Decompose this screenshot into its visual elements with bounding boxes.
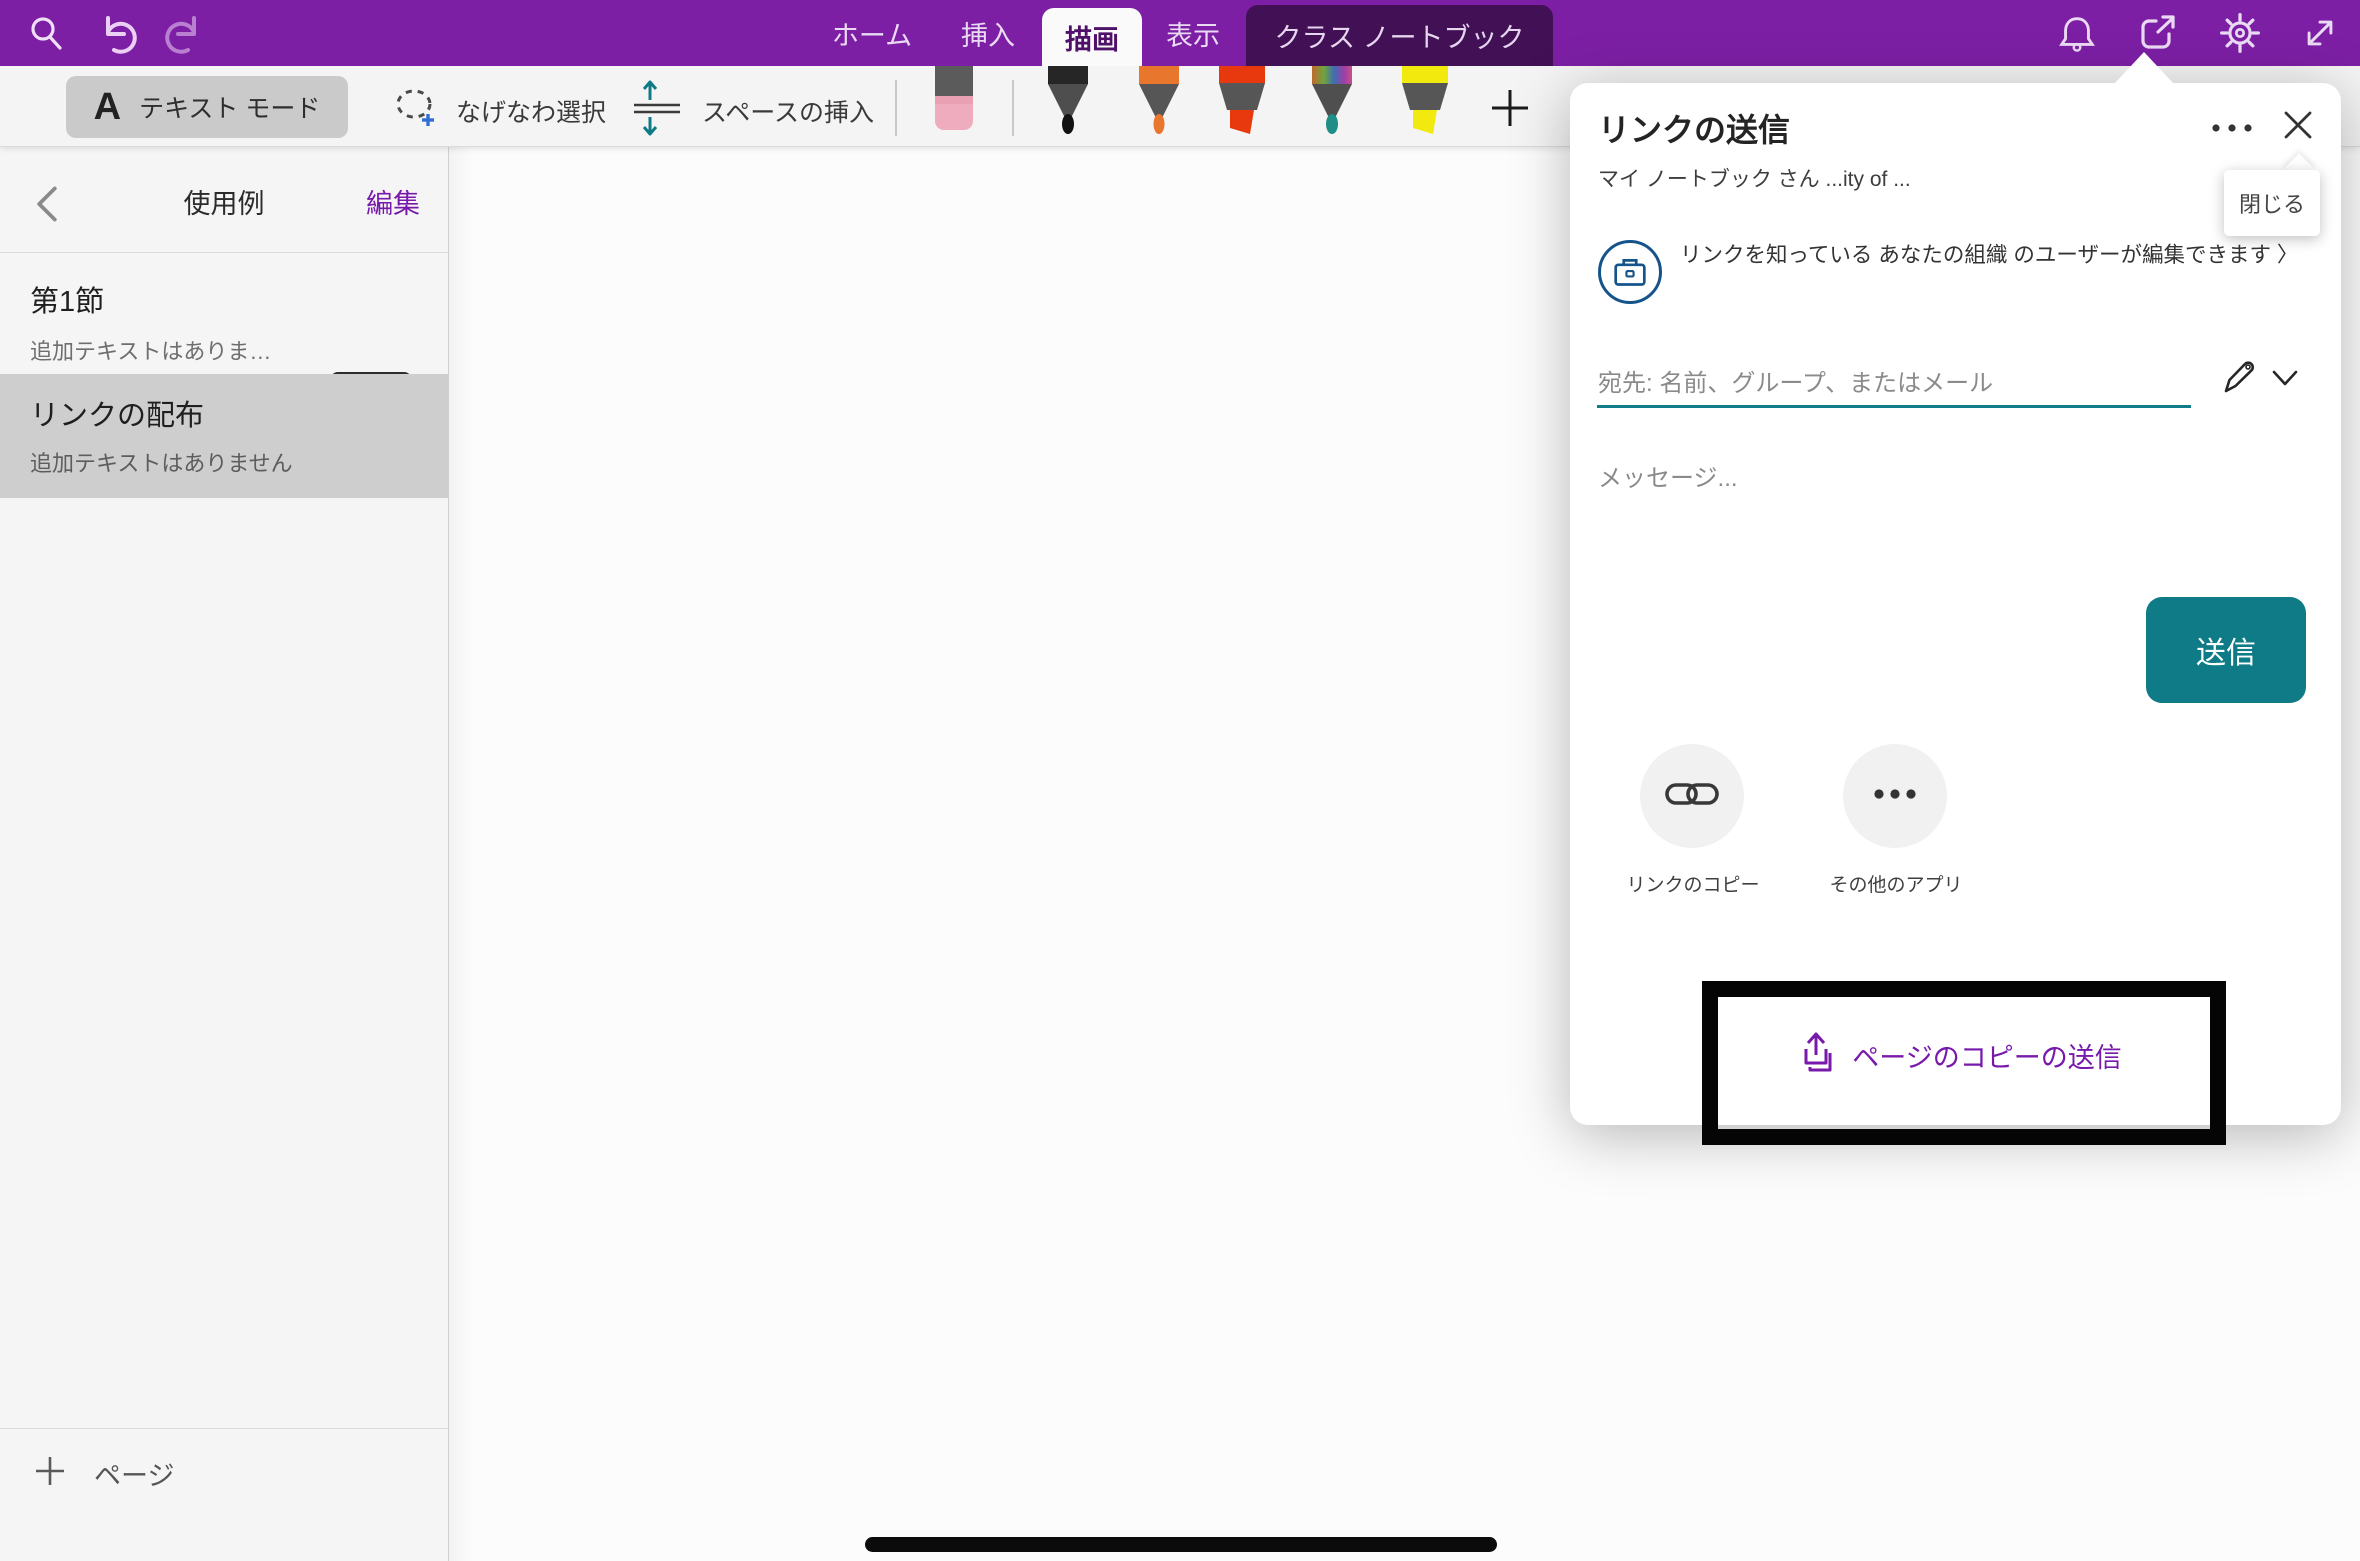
chevron-down-icon[interactable] [2270,367,2300,394]
insert-space-icon [628,80,686,141]
home-indicator-bar[interactable] [865,1537,1497,1552]
redo-icon[interactable] [162,10,210,63]
page-list-sidebar: 使用例 編集 第1節 追加テキストはありま… 〇三角 余割. リンクの配布 追加… [0,146,449,1561]
page-title: 第1節 [30,278,104,320]
expand-fullscreen-icon[interactable] [2300,13,2340,58]
send-page-copy-link[interactable]: ページのコピーの送信 [1770,1031,2150,1080]
tab-draw-label: 描画 [1065,18,1119,57]
eraser-tool[interactable] [925,66,983,141]
orange-pen-tool[interactable] [1131,66,1187,145]
red-highlighter-tool[interactable] [1213,66,1271,147]
tab-insert-label: 挿入 [961,14,1015,53]
notifications-bell-icon[interactable] [2056,12,2098,59]
add-pen-button[interactable] [1486,84,1534,137]
plus-icon [32,1453,68,1494]
insert-space-button[interactable]: スペースの挿入 [628,80,874,141]
text-mode-letter: A [94,86,121,129]
dialog-subtitle: マイ ノートブック さん ...ity of ... [1598,163,1911,193]
galaxy-pen-tool[interactable] [1304,66,1360,147]
text-mode-label: テキスト モード [139,89,320,125]
page-subtitle: 追加テキストはありま… [30,334,271,366]
onenote-app: ホーム 挿入 描画 表示 クラス ノートブック [0,0,2360,1561]
close-icon[interactable] [2278,105,2318,150]
tab-home[interactable]: ホーム [818,0,926,66]
tab-home-label: ホーム [832,14,912,53]
search-icon[interactable] [26,14,66,59]
tab-insert[interactable]: 挿入 [952,0,1024,66]
close-tooltip-label: 閉じる [2239,187,2305,219]
send-copy-share-icon [1798,1031,1838,1080]
message-input[interactable]: メッセージ... [1598,458,1738,493]
black-pen-tool[interactable] [1040,66,1096,145]
page-title: リンクの配布 [30,392,204,434]
toolbar-divider [1012,80,1014,136]
more-options-icon[interactable] [2206,113,2258,148]
dialog-caret [2114,52,2174,84]
copy-link-button[interactable] [1640,744,1744,848]
send-page-copy-label: ページのコピーの送信 [1852,1036,2121,1075]
send-link-dialog: リンクの送信 マイ ノートブック さん ...ity of ... リンクを知っ… [1570,83,2341,1125]
tab-draw-selected[interactable]: 描画 [1042,8,1142,66]
permission-text[interactable]: リンクを知っている あなたの組織 のユーザーが編集できます 〉 [1680,238,2320,272]
tab-class-notebook[interactable]: クラス ノートブック [1246,5,1553,66]
send-button[interactable]: 送信 [2146,597,2306,703]
to-input-underline [1597,405,2191,408]
tab-class-notebook-label: クラス ノートブック [1275,16,1525,55]
ellipsis-icon [1869,784,1921,809]
yellow-highlighter-tool[interactable] [1396,66,1454,147]
page-list-item-selected[interactable]: リンクの配布 追加テキストはありません [0,374,448,498]
insert-space-label: スペースの挿入 [702,93,874,129]
add-page-button[interactable]: ページ [0,1428,448,1518]
settings-gear-icon[interactable] [2218,11,2262,60]
close-tooltip: 閉じる [2224,170,2320,236]
tab-view[interactable]: 表示 [1152,0,1234,66]
more-apps-label: その他のアプリ [1801,870,1991,897]
more-apps-button[interactable] [1843,744,1947,848]
undo-icon[interactable] [92,10,140,63]
send-button-label: 送信 [2196,628,2256,672]
to-recipients-input[interactable]: 宛先: 名前、グループ、またはメール [1598,363,1993,398]
add-page-label: ページ [94,1454,174,1493]
lasso-select-button[interactable]: なげなわ選択 [388,82,606,139]
text-mode-button[interactable]: A テキスト モード [66,76,348,138]
lasso-select-label: なげなわ選択 [456,93,606,129]
pencil-edit-icon[interactable] [2218,355,2258,402]
top-app-bar: ホーム 挿入 描画 表示 クラス ノートブック [0,0,2360,66]
lasso-icon [388,82,440,139]
edit-button[interactable]: 編集 [366,182,420,221]
link-chain-icon [1664,773,1720,820]
copy-link-label: リンクのコピー [1598,870,1788,897]
tab-view-label: 表示 [1166,14,1220,53]
toolbar-divider [895,80,897,136]
dialog-title: リンクの送信 [1598,105,1790,151]
permission-briefcase-icon[interactable] [1598,240,1662,304]
page-subtitle: 追加テキストはありません [30,446,293,478]
